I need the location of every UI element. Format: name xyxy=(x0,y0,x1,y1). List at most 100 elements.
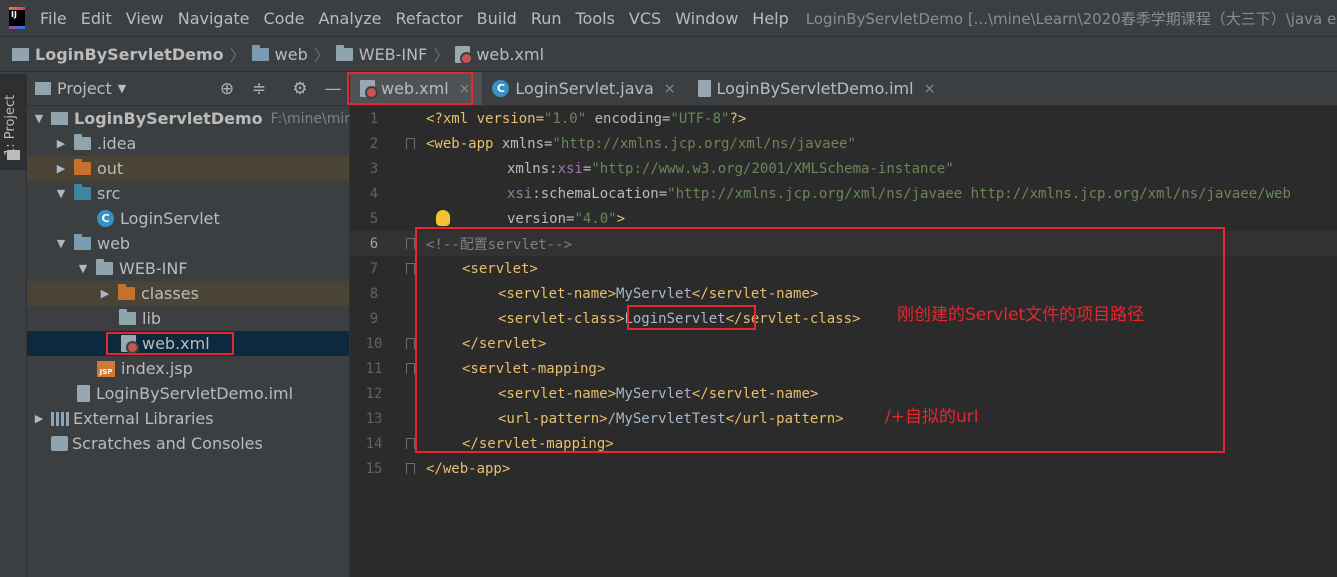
line-number: 13 xyxy=(365,410,383,427)
line-number: 15 xyxy=(365,460,383,477)
menu-build[interactable]: Build xyxy=(470,9,524,28)
annotation-url-note: /+自拟的url xyxy=(885,407,979,427)
web-folder-icon xyxy=(251,44,269,61)
collapsed-arrow-icon[interactable]: ▶ xyxy=(53,162,69,175)
tree-item-src[interactable]: ▼ src xyxy=(27,181,349,206)
expand-arrow-icon[interactable]: ▼ xyxy=(75,262,91,275)
breadcrumb-web-label: web xyxy=(274,44,308,64)
tree-item-scratches-label: Scratches and Consoles xyxy=(72,434,263,453)
fold-marker-icon[interactable] xyxy=(406,138,415,149)
editor-area: web.xml × C LoginServlet.java × LoginByS… xyxy=(347,72,1337,577)
code-line[interactable]: 1 <?xml version= "1.0" encoding= "UTF-8" ?> xyxy=(350,106,1337,131)
breadcrumb-web-inf[interactable]: WEB-INF xyxy=(335,44,427,64)
code-token: > xyxy=(616,210,626,227)
project-tool-tab[interactable]: 1: Project xyxy=(0,74,27,170)
close-icon[interactable]: × xyxy=(924,81,936,97)
fold-marker-icon[interactable] xyxy=(406,238,415,249)
fold-marker-icon[interactable] xyxy=(406,263,415,274)
code-token: <?xml version= xyxy=(426,110,545,127)
collapsed-arrow-icon[interactable]: ▶ xyxy=(97,287,113,300)
breadcrumb-web[interactable]: web xyxy=(251,44,308,64)
menu-view[interactable]: View xyxy=(119,9,171,28)
tree-item-external-libraries[interactable]: ▶ External Libraries xyxy=(27,406,349,431)
code-token: "http://xmlns.jcp.org/xml/ns/javaee http… xyxy=(667,185,1291,202)
jsp-file-icon: JSP xyxy=(97,360,115,377)
expand-arrow-icon[interactable]: ▼ xyxy=(53,187,69,200)
gear-icon[interactable]: ⚙ xyxy=(290,79,310,99)
tree-item-index-jsp[interactable]: JSP index.jsp xyxy=(27,356,349,381)
scratches-icon xyxy=(51,436,68,451)
fold-marker-icon[interactable] xyxy=(406,463,415,474)
tree-item-scratches[interactable]: Scratches and Consoles xyxy=(27,431,349,456)
fold-marker-icon[interactable] xyxy=(406,338,415,349)
breadcrumb-project[interactable]: LoginByServletDemo xyxy=(12,45,224,64)
line-number: 7 xyxy=(369,260,379,277)
collapsed-arrow-icon[interactable]: ▶ xyxy=(53,137,69,150)
code-line[interactable]: 4 xsi:schemaLocation= "http://xmlns.jcp.or… xyxy=(350,181,1337,206)
code-line[interactable]: 3 xmlns: xsi = "http://www.w3.org/2001/XMLSc… xyxy=(350,156,1337,181)
web-folder-icon xyxy=(74,234,91,250)
hide-panel-icon[interactable]: — xyxy=(323,79,343,99)
code-token: = xyxy=(582,160,592,177)
fold-marker-icon[interactable] xyxy=(406,363,415,374)
project-panel-title[interactable]: Project xyxy=(57,79,112,98)
folder-icon xyxy=(74,134,91,150)
tree-item-out[interactable]: ▶ out xyxy=(27,156,349,181)
line-number: 12 xyxy=(365,385,383,402)
menu-analyze[interactable]: Analyze xyxy=(311,9,388,28)
menu-code[interactable]: Code xyxy=(257,9,312,28)
annotation-box-loginservlet xyxy=(627,305,756,330)
excluded-folder-icon xyxy=(74,159,91,175)
breadcrumb-separator-icon: 〉 xyxy=(313,46,330,65)
tree-item-classes[interactable]: ▶ classes xyxy=(27,281,349,306)
tree-item-iml-label: LoginByServletDemo.iml xyxy=(96,384,294,403)
menu-edit[interactable]: Edit xyxy=(74,9,119,28)
menu-tools[interactable]: Tools xyxy=(569,9,622,28)
close-icon[interactable]: × xyxy=(664,81,676,97)
tree-item-lib[interactable]: lib xyxy=(27,306,349,331)
intention-bulb-icon[interactable] xyxy=(436,210,450,226)
menu-window[interactable]: Window xyxy=(668,9,745,28)
code-token: "UTF-8" xyxy=(670,110,730,127)
project-view-icon xyxy=(35,82,51,95)
tree-item-root-label: LoginByServletDemo xyxy=(74,109,263,128)
tree-item-web-inf[interactable]: ▼ WEB-INF xyxy=(27,256,349,281)
tree-item-iml[interactable]: LoginByServletDemo.iml xyxy=(27,381,349,406)
menu-navigate[interactable]: Navigate xyxy=(171,9,257,28)
code-token: encoding= xyxy=(586,110,671,127)
ide-window: IJ File Edit View Navigate Code Analyze … xyxy=(0,0,1337,577)
tree-item-web[interactable]: ▼ web xyxy=(27,231,349,256)
code-line[interactable]: 2 <web-app xmlns= "http://xmlns.jcp.org/xm… xyxy=(350,131,1337,156)
code-line[interactable]: 15 </web-app> xyxy=(350,456,1337,481)
chevron-down-icon[interactable]: ▼ xyxy=(118,82,126,95)
breadcrumb-web-xml[interactable]: web.xml xyxy=(455,45,544,65)
line-number: 10 xyxy=(365,335,383,352)
tree-item-root[interactable]: ▼ LoginByServletDemo F:\mine\mine\L xyxy=(27,106,375,131)
menu-run[interactable]: Run xyxy=(524,9,569,28)
collapse-all-icon[interactable]: ≑ xyxy=(249,79,269,99)
menu-vcs[interactable]: VCS xyxy=(622,9,668,28)
tab-loginservlet-java[interactable]: C LoginServlet.java × xyxy=(482,72,687,105)
code-token: ?> xyxy=(729,110,747,127)
menu-help[interactable]: Help xyxy=(745,9,795,28)
annotation-box-web-xml xyxy=(106,332,234,355)
tab-iml[interactable]: LoginByServletDemo.iml × xyxy=(688,72,948,105)
line-number: 2 xyxy=(369,135,379,152)
tree-item-web-label: web xyxy=(97,234,131,253)
folder-icon xyxy=(119,309,136,325)
annotation-servlet-path-note: 刚创建的Servlet文件的项目路径 xyxy=(897,305,1145,325)
tree-item-idea[interactable]: ▶ .idea xyxy=(27,131,349,156)
expand-arrow-icon[interactable]: ▼ xyxy=(53,237,69,250)
locate-file-icon[interactable]: ⊕ xyxy=(217,79,237,99)
menu-refactor[interactable]: Refactor xyxy=(389,9,470,28)
tree-item-loginservlet[interactable]: C LoginServlet xyxy=(27,206,349,231)
menu-file[interactable]: File xyxy=(33,9,74,28)
collapsed-arrow-icon[interactable]: ▶ xyxy=(31,412,47,425)
expand-arrow-icon[interactable]: ▼ xyxy=(31,112,47,125)
module-file-icon xyxy=(697,80,711,97)
window-title: LoginByServletDemo [...\mine\Learn\2020春… xyxy=(805,9,1337,28)
fold-marker-icon[interactable] xyxy=(406,438,415,449)
folder-icon xyxy=(335,44,353,61)
tool-window-strip: 1: Project xyxy=(0,72,27,577)
tree-item-index-jsp-label: index.jsp xyxy=(121,359,193,378)
